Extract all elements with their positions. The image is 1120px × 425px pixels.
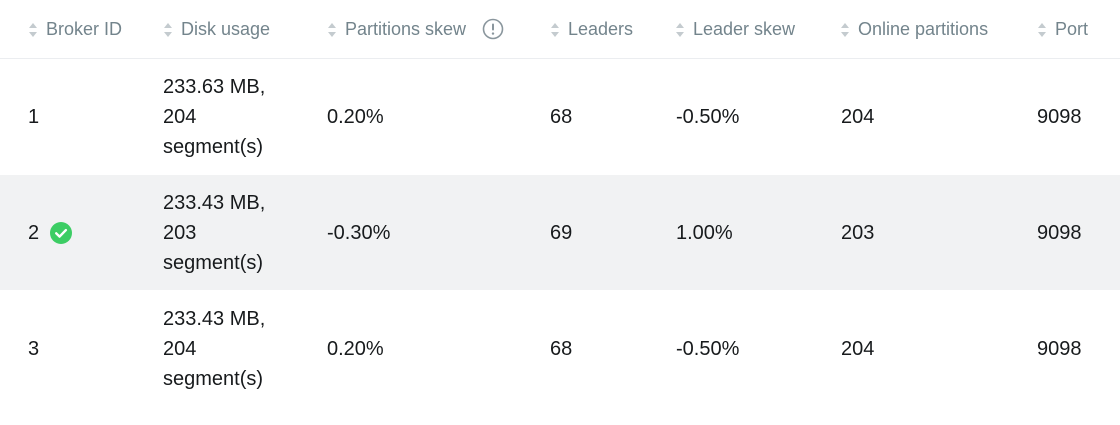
table-header: Broker ID Disk usage Partitions skew Lea… — [0, 0, 1120, 59]
broker-id[interactable]: 2 — [28, 218, 39, 248]
column-header-port[interactable]: Port — [1037, 0, 1088, 58]
online-partitions-cell: 203 — [841, 221, 875, 244]
disk-segments-label: segment(s) — [163, 135, 264, 158]
brokers-table: Broker ID Disk usage Partitions skew Lea… — [0, 0, 1120, 407]
online-partitions-cell: 204 — [841, 105, 875, 128]
sort-icon[interactable] — [675, 22, 685, 38]
disk-segments-label: segment(s) — [163, 251, 264, 274]
partitions-skew-cell: 0.20% — [327, 105, 384, 128]
column-header-broker-id[interactable]: Broker ID — [28, 0, 122, 58]
disk-usage-cell: 233.63 MB, 204 segment(s) — [163, 59, 293, 174]
column-header-label: Partitions skew — [345, 18, 467, 39]
leaders-cell: 69 — [550, 221, 573, 244]
broker-id-cell[interactable]: 3 — [28, 291, 39, 406]
leader-skew-cell: 1.00% — [676, 221, 733, 244]
disk-usage-cell: 233.43 MB, 203 segment(s) — [163, 175, 293, 290]
column-header-label: Port — [1055, 18, 1089, 39]
disk-usage-cell: 233.43 MB, 204 segment(s) — [163, 291, 293, 406]
column-header-label: Online partitions — [858, 18, 989, 39]
disk-size: 233.43 MB, — [163, 191, 266, 214]
column-header-leaders[interactable]: Leaders — [550, 0, 633, 58]
disk-size: 233.43 MB, — [163, 307, 266, 330]
disk-size: 233.63 MB, — [163, 75, 266, 98]
port-cell: 9098 — [1037, 337, 1082, 360]
disk-segments-label: segment(s) — [163, 367, 264, 390]
partitions-skew-cell: -0.30% — [327, 221, 391, 244]
disk-segments-count: 204 — [163, 105, 197, 128]
table-row[interactable]: 1 233.63 MB, 204 segment(s) 0.20% 68 -0.… — [0, 59, 1120, 175]
sort-icon[interactable] — [327, 22, 337, 38]
leader-skew-cell: -0.50% — [676, 337, 740, 360]
table-row[interactable]: 2 233.43 MB, 203 segment(s) -0.30% 69 1.… — [0, 175, 1120, 291]
table-row[interactable]: 3 233.43 MB, 204 segment(s) 0.20% 68 -0.… — [0, 291, 1120, 407]
sort-icon[interactable] — [163, 22, 173, 38]
column-header-partitions-skew[interactable]: Partitions skew — [327, 0, 504, 58]
broker-id[interactable]: 1 — [28, 102, 39, 132]
online-partitions-cell: 204 — [841, 337, 875, 360]
leader-skew-cell: -0.50% — [676, 105, 740, 128]
broker-id-cell[interactable]: 1 — [28, 59, 39, 174]
sort-icon[interactable] — [1037, 22, 1047, 38]
column-header-label: Broker ID — [46, 18, 123, 39]
sort-icon[interactable] — [840, 22, 850, 38]
controller-check-icon — [50, 221, 73, 244]
column-header-label: Disk usage — [181, 18, 271, 39]
column-header-leader-skew[interactable]: Leader skew — [675, 0, 795, 58]
broker-id[interactable]: 3 — [28, 334, 39, 364]
sort-icon[interactable] — [28, 22, 38, 38]
leaders-cell: 68 — [550, 337, 573, 360]
disk-segments-count: 203 — [163, 221, 197, 244]
column-header-label: Leader skew — [693, 18, 796, 39]
port-cell: 9098 — [1037, 221, 1082, 244]
port-cell: 9098 — [1037, 105, 1082, 128]
partitions-skew-cell: 0.20% — [327, 337, 384, 360]
leaders-cell: 68 — [550, 105, 573, 128]
info-icon[interactable] — [482, 18, 504, 40]
disk-segments-count: 204 — [163, 337, 197, 360]
column-header-online-partitions[interactable]: Online partitions — [840, 0, 988, 58]
sort-icon[interactable] — [550, 22, 560, 38]
broker-id-cell[interactable]: 2 — [28, 175, 73, 290]
column-header-disk-usage[interactable]: Disk usage — [163, 0, 270, 58]
column-header-label: Leaders — [568, 18, 634, 39]
